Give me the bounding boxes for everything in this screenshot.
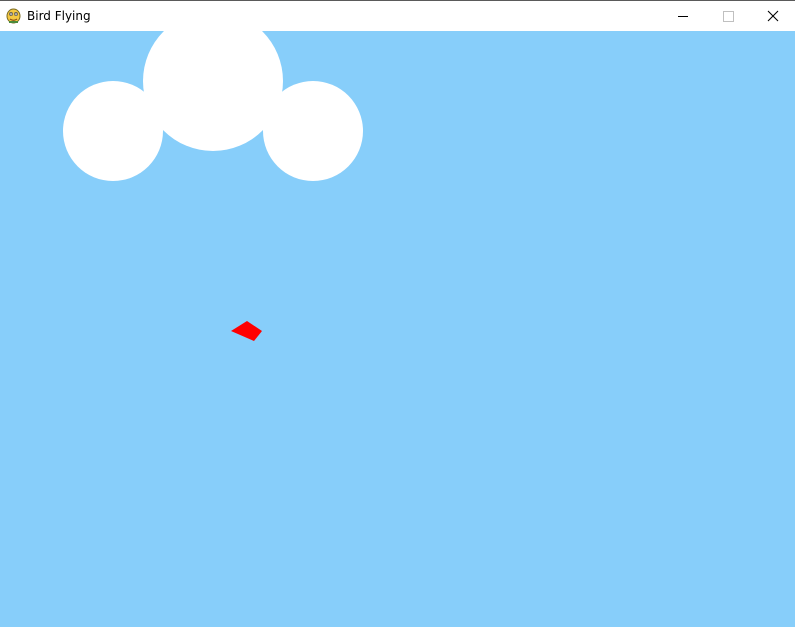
close-button[interactable] xyxy=(750,1,795,31)
game-canvas[interactable] xyxy=(0,31,795,627)
bird xyxy=(230,320,263,342)
cloud-puff-right xyxy=(263,81,363,181)
maximize-button[interactable] xyxy=(705,1,750,31)
window-title: Bird Flying xyxy=(27,9,91,23)
title-bar[interactable]: Bird Flying xyxy=(0,0,795,31)
pygame-snake-icon xyxy=(6,8,21,24)
minimize-button[interactable] xyxy=(660,1,705,31)
cloud-puff-center xyxy=(143,31,283,151)
app-window: Bird Flying xyxy=(0,0,795,627)
